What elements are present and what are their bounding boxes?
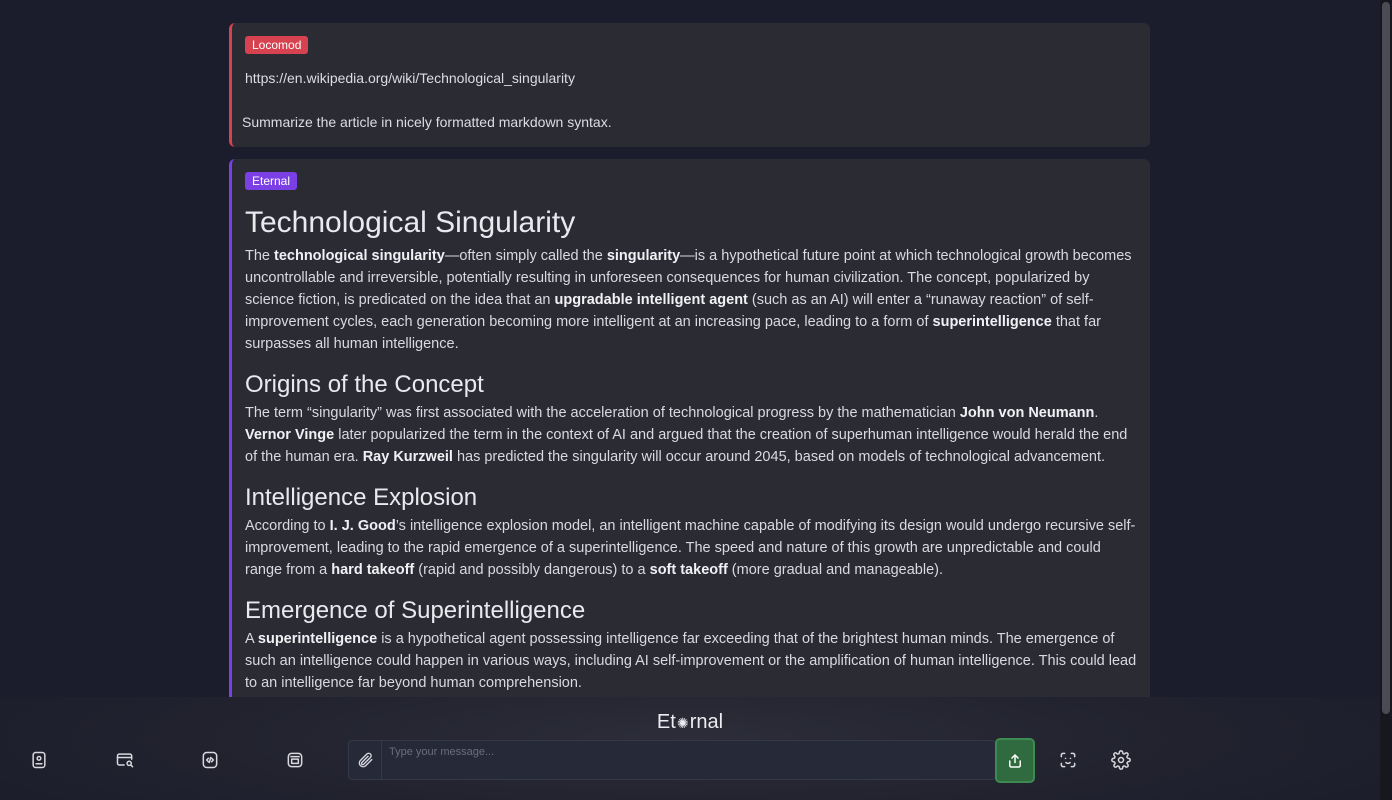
user-message-prompt: Summarize the article in nicely formatte… — [242, 114, 612, 130]
code-file-icon[interactable] — [196, 746, 224, 774]
section-heading-superintelligence: Emergence of Superintelligence — [245, 597, 586, 624]
summary-title: Technological Singularity — [245, 206, 576, 239]
share-upload-icon — [1009, 753, 1021, 768]
section-paragraph-superintelligence: A superintelligence is a hypothetical ag… — [245, 631, 1137, 691]
paperclip-icon[interactable] — [349, 741, 382, 779]
intro-paragraph: The technological singularity—often simp… — [245, 248, 1132, 352]
brand-star-icon: ✺ — [676, 715, 689, 731]
gear-icon[interactable] — [1107, 746, 1135, 774]
sender-badge-eternal: Eternal — [245, 172, 298, 190]
sender-badge-locomod: Locomod — [245, 36, 309, 54]
section-paragraph-intelligence-explosion: According to I. J. Good’s intelligence e… — [245, 518, 1136, 578]
card-search-icon[interactable] — [111, 746, 139, 774]
send-button[interactable] — [995, 738, 1035, 783]
printer-icon[interactable] — [281, 746, 309, 774]
section-paragraph-origins: The term “singularity” was first associa… — [245, 405, 1128, 465]
brand-logo: Et✺rnal — [656, 711, 724, 733]
scrollbar-thumb[interactable] — [1382, 2, 1390, 714]
markdown-content: Technological Singularity The technologi… — [245, 203, 1140, 694]
section-heading-origins: Origins of the Concept — [245, 371, 484, 398]
face-scan-icon[interactable] — [1054, 746, 1082, 774]
id-badge-icon[interactable] — [25, 746, 53, 774]
user-message-url: https://en.wikipedia.org/wiki/Technologi… — [245, 70, 575, 86]
user-message: Locomod https://en.wikipedia.org/wiki/Te… — [229, 23, 1150, 147]
section-heading-intelligence-explosion: Intelligence Explosion — [245, 484, 478, 511]
message-input[interactable] — [383, 741, 995, 779]
chat-scroll-area[interactable]: Locomod https://en.wikipedia.org/wiki/Te… — [0, 0, 1380, 800]
assistant-message: Eternal Technological Singularity The te… — [229, 159, 1150, 759]
scrollbar[interactable] — [1380, 0, 1392, 800]
message-composer — [348, 740, 996, 780]
